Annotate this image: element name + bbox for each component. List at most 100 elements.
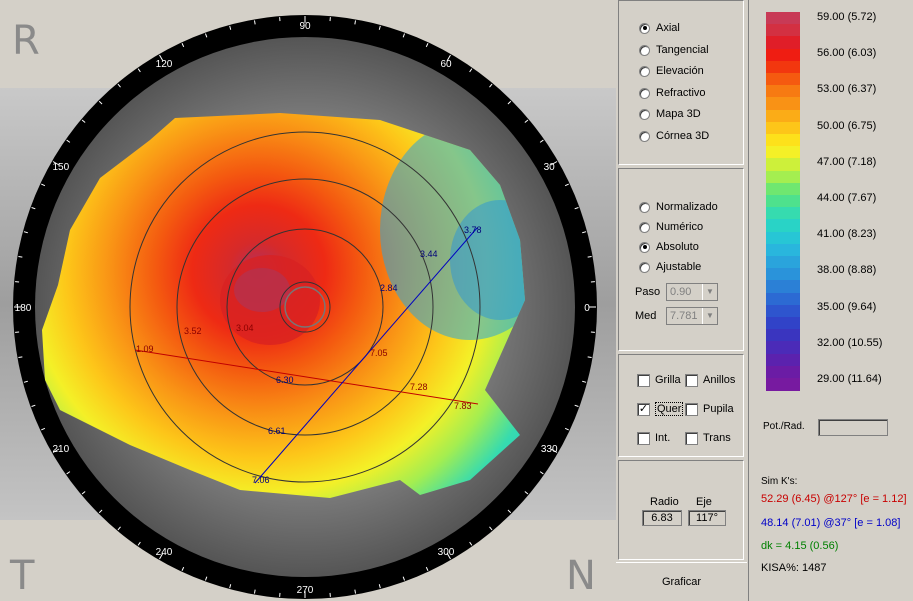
color-swatch: [766, 292, 800, 306]
radio-axial[interactable]: Axial: [639, 20, 680, 36]
color-swatch: [766, 268, 800, 282]
graficar-button[interactable]: Graficar: [616, 562, 747, 601]
color-swatch: [766, 36, 800, 50]
red-meridian-value: 3.52: [184, 326, 202, 336]
corner-label-n: N: [566, 553, 596, 599]
radio-value-field[interactable]: 6.83: [642, 510, 682, 526]
checkmark-icon[interactable]: ✓: [637, 402, 650, 416]
color-swatch: [766, 48, 800, 62]
color-swatch: [766, 353, 800, 367]
med-select[interactable]: 7.781 ▼: [666, 307, 718, 325]
radio-refractivo[interactable]: Refractivo: [639, 85, 706, 101]
checkbox-quer[interactable]: ✓ Quer: [637, 401, 684, 417]
color-swatch: [766, 256, 800, 269]
radio-button-icon[interactable]: [639, 261, 650, 273]
paso-label: Paso: [635, 286, 661, 298]
legend-label: 41.00 (8.23): [817, 228, 877, 241]
color-swatch: [766, 243, 800, 257]
radio-button-icon[interactable]: [639, 221, 650, 233]
checkbox-grilla[interactable]: Grilla: [637, 372, 681, 388]
checkbox-icon[interactable]: [637, 431, 650, 445]
color-swatch: [766, 109, 800, 123]
radio-button-icon[interactable]: [639, 87, 650, 99]
chevron-down-icon[interactable]: ▼: [702, 308, 717, 324]
color-swatch: [766, 195, 800, 208]
radio-tangencial[interactable]: Tangencial: [639, 42, 709, 58]
eje-value-field[interactable]: 117°: [688, 510, 726, 526]
radio-button-icon[interactable]: [639, 22, 650, 34]
overlay-group: Grilla Anillos ✓ Quer Pupila Int. Trans: [618, 354, 744, 457]
protractor-tick: [18, 255, 23, 258]
radio-button-icon[interactable]: [639, 108, 650, 120]
radio-button-icon[interactable]: [639, 241, 650, 253]
sim-k-title: Sim K's:: [761, 476, 798, 487]
blue-meridian-value: 3.78: [464, 225, 482, 235]
angle-label: 210: [52, 444, 69, 455]
sim-k1-text: 52.29 (6.45) @127° [e = 1.12]: [761, 493, 907, 505]
checkbox-pupila[interactable]: Pupila: [685, 401, 734, 417]
red-meridian-value: 7.83: [454, 401, 472, 411]
checkbox-icon[interactable]: [637, 373, 650, 387]
radio-elevacion[interactable]: Elevación: [639, 63, 704, 79]
topography-map[interactable]: 0 30 60 90 120 150 180 210 240 270 300 330 1.09 3.52…: [0, 0, 616, 601]
color-swatch: [766, 170, 800, 184]
radio-button-icon[interactable]: [639, 44, 650, 56]
blue-meridian-value: 3.44: [420, 249, 438, 259]
radio-button-icon[interactable]: [639, 201, 650, 213]
radio-label: Radio: [650, 496, 679, 508]
radio-numerico[interactable]: Numérico: [639, 219, 703, 235]
angle-label: 30: [544, 162, 556, 173]
protractor-tick: [18, 356, 23, 359]
checkbox-icon[interactable]: [685, 431, 698, 445]
checkbox-trans[interactable]: Trans: [685, 430, 731, 446]
red-meridian-value: 1.09: [136, 344, 154, 354]
color-swatch: [766, 12, 800, 25]
protractor-tick: [587, 255, 592, 258]
color-swatch: [766, 97, 800, 111]
radio-normalizado[interactable]: Normalizado: [639, 199, 718, 215]
paso-select[interactable]: 0.90 ▼: [666, 283, 718, 301]
protractor-tick: [354, 20, 357, 25]
checkbox-anillos[interactable]: Anillos: [685, 372, 735, 388]
color-swatch: [766, 146, 800, 160]
legend-label: 56.00 (6.03): [817, 47, 877, 60]
checkbox-icon[interactable]: [685, 402, 698, 416]
legend-label: 53.00 (6.37): [817, 83, 877, 96]
blue-meridian-value: 7.06: [252, 475, 270, 485]
radio-ajustable[interactable]: Ajustable: [639, 259, 701, 275]
corneal-map-canvas[interactable]: 0 30 60 90 120 150 180 210 240 270 300 330 1.09 3.52…: [0, 0, 616, 601]
radio-button-icon[interactable]: [639, 130, 650, 142]
angle-label: 300: [438, 547, 455, 558]
chevron-down-icon[interactable]: ▼: [702, 284, 717, 300]
legend-label: 50.00 (6.75): [817, 119, 877, 132]
color-swatch: [766, 378, 800, 391]
color-swatch: [766, 317, 800, 330]
color-swatch: [766, 60, 800, 74]
color-swatch: [766, 304, 800, 318]
blue-meridian-value: 2.84: [380, 283, 398, 293]
legend-label: 44.00 (7.67): [817, 192, 877, 204]
radio-button-icon[interactable]: [639, 65, 650, 77]
legend-label: 59.00 (5.72): [817, 11, 877, 23]
color-swatch: [766, 341, 800, 355]
color-swatch: [766, 85, 800, 99]
color-swatch: [766, 365, 800, 379]
checkbox-int[interactable]: Int.: [637, 430, 670, 446]
corner-label-r: R: [12, 18, 40, 64]
color-swatch: [766, 231, 800, 245]
radio-cornea-3d[interactable]: Córnea 3D: [639, 128, 709, 144]
radio-mapa-3d[interactable]: Mapa 3D: [639, 106, 701, 122]
color-swatch: [766, 73, 800, 86]
checkbox-icon[interactable]: [685, 373, 698, 387]
color-swatch: [766, 280, 800, 294]
color-swatch: [766, 24, 800, 38]
color-swatch: [766, 207, 800, 221]
map-type-group: Axial Tangencial Elevación Refractivo Ma…: [618, 0, 744, 165]
pot-rad-label: Pot./Rad.: [763, 421, 805, 432]
angle-label: 330: [541, 444, 558, 455]
radio-absoluto[interactable]: Absoluto: [639, 239, 699, 255]
protractor-tick: [587, 356, 592, 359]
angle-label: 0: [584, 303, 590, 314]
pot-rad-field[interactable]: [818, 419, 888, 436]
angle-label: 150: [52, 162, 69, 173]
